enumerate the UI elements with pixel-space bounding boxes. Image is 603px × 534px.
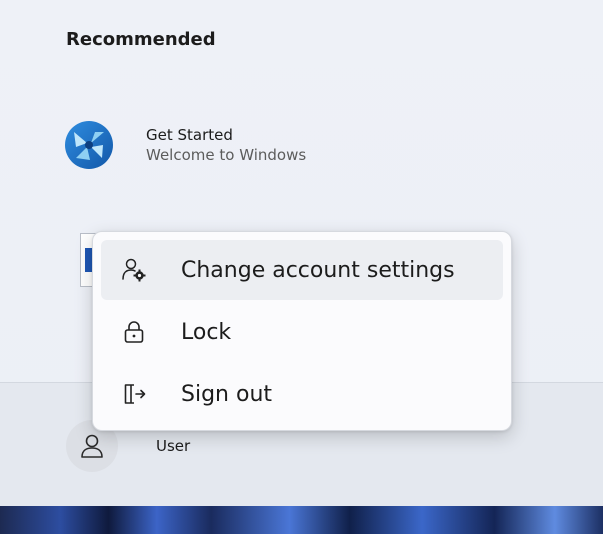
person-icon: [81, 434, 103, 458]
menu-item-label: Change account settings: [181, 257, 455, 283]
menu-item-sign-out[interactable]: Sign out: [101, 364, 503, 424]
menu-item-label: Lock: [181, 319, 232, 345]
recommended-item-description: Welcome to Windows: [146, 146, 307, 164]
recommended-item-get-started[interactable]: Get Started Welcome to Windows: [56, 110, 436, 180]
lock-icon: [121, 319, 147, 345]
menu-item-lock[interactable]: Lock: [101, 302, 503, 362]
get-started-icon: [65, 121, 113, 169]
account-context-menu: Change account settings Lock Sign out: [92, 231, 512, 431]
menu-item-label: Sign out: [181, 381, 273, 407]
account-settings-icon: [121, 257, 147, 283]
user-name: User: [156, 437, 191, 455]
menu-item-change-account-settings[interactable]: Change account settings: [101, 240, 503, 300]
recommended-item-name: Get Started: [146, 126, 233, 144]
recommended-heading: Recommended: [66, 29, 216, 50]
sign-out-icon: [121, 381, 147, 407]
desktop-wallpaper-strip: [0, 506, 603, 534]
tile-accent-bar: [85, 248, 92, 272]
